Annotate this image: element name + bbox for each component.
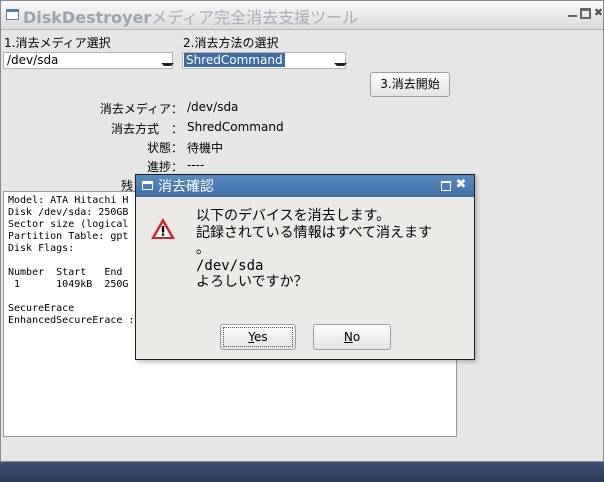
method-select-label: 2.消去方法の選択 <box>183 36 279 50</box>
info-method-value: ShredCommand <box>187 120 284 134</box>
start-erase-button[interactable]: 3.消去開始 <box>370 72 450 97</box>
close-icon[interactable]: ✖ <box>454 177 468 193</box>
chevron-down-icon <box>334 61 347 66</box>
no-label: o <box>352 330 361 344</box>
media-select-label: 1.消去メディア選択 <box>4 36 111 50</box>
window-title-sub: メディア完全消去支援ツール <box>151 8 359 27</box>
chevron-down-icon <box>161 61 174 66</box>
confirm-dialog: 消去確認 ✖ 以下のデバイスを消去します。 記録されている情報はすべて消えます … <box>135 174 475 360</box>
dialog-message-line: 記録されている情報はすべて消えます <box>196 224 433 241</box>
maximize-icon[interactable] <box>441 181 451 191</box>
dialog-message-line: 以下のデバイスを消去します。 <box>196 208 391 224</box>
close-icon[interactable]: ✖ <box>593 7 604 18</box>
yes-button[interactable]: Yes <box>220 324 296 350</box>
minimize-icon[interactable] <box>567 7 578 18</box>
maximize-icon[interactable] <box>580 8 591 19</box>
info-status-key: 状態： <box>146 141 183 155</box>
dialog-message-line: よろしいですか？ <box>196 274 308 290</box>
info-media-key: 消去メディア： <box>99 102 183 116</box>
info-method-key: 消去方式 ： <box>110 122 183 136</box>
no-mnemonic: N <box>343 330 353 344</box>
dialog-title: 消去確認 <box>158 179 214 195</box>
yes-label: es <box>254 330 268 344</box>
dialog-device-name: /dev/sda <box>196 257 264 274</box>
window-icon[interactable] <box>142 181 153 190</box>
no-button[interactable]: No <box>313 324 391 350</box>
method-select[interactable]: ShredCommand <box>182 52 347 69</box>
info-progress-key: 進捗： <box>146 160 183 174</box>
title-bar[interactable]: DiskDestroyerメディア完全消去支援ツール ✖ <box>1 1 603 30</box>
window-title-main: DiskDestroyer <box>23 8 152 27</box>
method-select-value: ShredCommand <box>184 53 285 67</box>
window-title: DiskDestroyerメディア完全消去支援ツール <box>23 4 358 28</box>
media-select-value: /dev/sda <box>7 53 59 67</box>
dialog-message: 以下のデバイスを消去します。 記録されている情報はすべて消えます 。 /dev/… <box>196 208 468 291</box>
warning-triangle-icon <box>151 218 175 239</box>
media-select[interactable]: /dev/sda <box>3 52 174 69</box>
window-icon[interactable] <box>6 9 19 20</box>
info-status-value: 待機中 <box>187 141 224 155</box>
info-media-value: /dev/sda <box>187 100 239 114</box>
dialog-title-bar[interactable]: 消去確認 ✖ <box>136 175 474 197</box>
info-progress-value: ---- <box>187 158 205 172</box>
dialog-message-line: 。 <box>196 241 210 257</box>
